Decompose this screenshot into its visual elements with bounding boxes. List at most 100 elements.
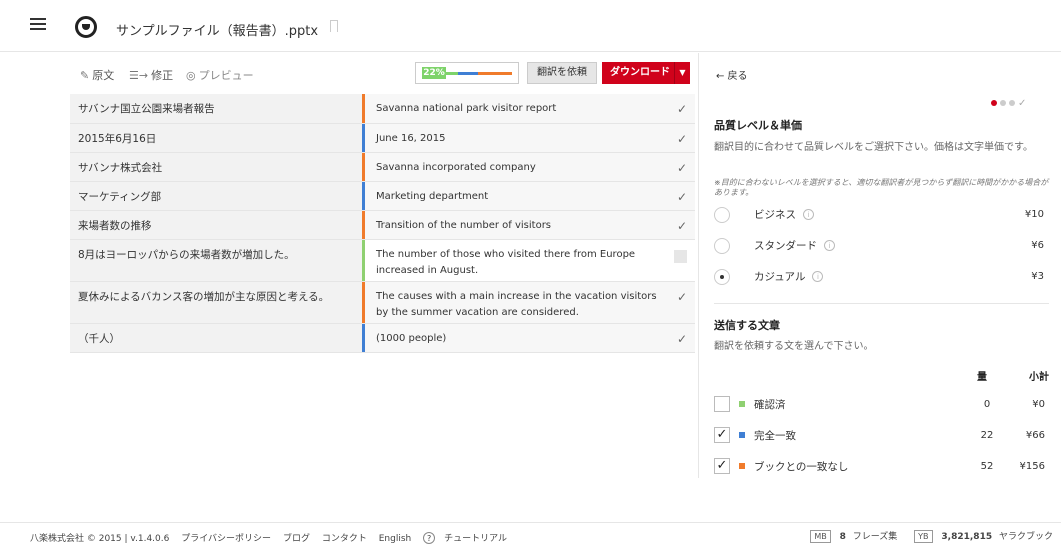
target-text[interactable]: Marketing department ✓ xyxy=(362,182,695,210)
step-dot-1 xyxy=(991,100,997,106)
footer-link-contact[interactable]: コンタクト xyxy=(322,534,367,544)
target-text[interactable]: Savanna incorporated company ✓ xyxy=(362,153,695,181)
category-label: 完全一致 xyxy=(754,430,796,442)
quality-price: ¥3 xyxy=(1031,271,1044,282)
category-checkbox[interactable]: ✓ xyxy=(714,427,730,443)
category-color-swatch xyxy=(739,432,745,438)
category-subtotal: ¥156 xyxy=(1019,461,1045,472)
quality-title: 品質レベル＆単価 xyxy=(714,119,802,132)
info-icon[interactable]: i xyxy=(803,209,814,220)
target-text[interactable]: (1000 people) ✓ xyxy=(362,324,695,352)
quality-price: ¥10 xyxy=(1024,209,1044,220)
confirm-check-icon[interactable]: ✓ xyxy=(677,218,687,234)
category-checkbox[interactable] xyxy=(714,396,730,412)
edit-arrow-icon: ☰→ xyxy=(129,69,149,82)
quality-option[interactable]: スタンダード i ¥6 xyxy=(714,235,1049,259)
back-link[interactable]: ← 戻る xyxy=(716,67,748,82)
progress-bar-confirmed xyxy=(446,72,458,75)
progress-bar-exact xyxy=(458,72,478,75)
eye-icon: ◎ xyxy=(186,69,196,82)
target-text[interactable]: The number of those who visited there fr… xyxy=(362,240,695,281)
target-text[interactable]: The causes with a main increase in the v… xyxy=(362,282,695,323)
translation-text: June 16, 2015 xyxy=(376,133,446,144)
radio-button[interactable] xyxy=(714,269,730,285)
radio-button[interactable] xyxy=(714,207,730,223)
quality-description: 翻訳目的に合わせて品質レベルをご選択下さい。価格は文字単価です。 xyxy=(714,142,1033,153)
yb-badge: YB xyxy=(914,530,933,543)
footer-link-privacy[interactable]: プライバシーポリシー xyxy=(181,534,271,544)
target-text[interactable]: June 16, 2015 ✓ xyxy=(362,124,695,152)
copyright: 八楽株式会社 © 2015 | v.1.4.0.6 xyxy=(30,534,170,544)
tutorial-link[interactable]: ? チュートリアル xyxy=(423,532,516,544)
confirm-check-icon[interactable]: ✓ xyxy=(677,131,687,147)
send-title: 送信する文章 xyxy=(714,319,780,332)
app-logo[interactable] xyxy=(75,16,97,38)
translation-text: The number of those who visited there fr… xyxy=(376,249,636,276)
source-text: 2015年6月16日 xyxy=(70,124,362,152)
yb-count: 3,821,815 xyxy=(941,532,993,542)
mode-source[interactable]: ✎ 原文 xyxy=(80,67,114,83)
segment-row[interactable]: 8月はヨーロッパからの来場者数が増加した。 The number of those… xyxy=(70,240,695,282)
footer: 八楽株式会社 © 2015 | v.1.4.0.6 プライバシーポリシー ブログ… xyxy=(0,522,1061,547)
app-header: サンプルファイル（報告書）.pptx xyxy=(0,0,1061,52)
quality-option[interactable]: ビジネス i ¥10 xyxy=(714,204,1049,228)
source-text: サバンナ株式会社 xyxy=(70,153,362,181)
source-text: （千人） xyxy=(70,324,362,352)
mode-edit[interactable]: ☰→ 修正 xyxy=(129,67,173,83)
category-label: ブックとの一致なし xyxy=(754,461,849,473)
confirm-check-icon[interactable]: ✓ xyxy=(677,189,687,205)
category-subtotal: ¥0 xyxy=(1032,399,1045,410)
quality-option[interactable]: カジュアル i ¥3 xyxy=(714,266,1049,290)
segment-row[interactable]: 2015年6月16日 June 16, 2015 ✓ xyxy=(70,124,695,153)
chevron-down-icon[interactable]: ▼ xyxy=(674,62,690,84)
footer-link-blog[interactable]: ブログ xyxy=(283,534,310,544)
order-panel: ← 戻る ✓ 品質レベル＆単価 翻訳目的に合わせて品質レベルをご選択下さい。価格… xyxy=(698,53,1061,478)
confirm-check-icon[interactable]: ✓ xyxy=(677,160,687,176)
mode-preview[interactable]: ◎ プレビュー xyxy=(186,67,254,83)
segment-row[interactable]: （千人） (1000 people) ✓ xyxy=(70,324,695,353)
request-translation-button[interactable]: 翻訳を依頼 xyxy=(527,62,597,84)
editor-toolbar: ✎ 原文 ☰→ 修正 ◎ プレビュー 22% 翻訳を依頼 ダウンロード ▼ xyxy=(70,58,695,90)
category-qty: 0 xyxy=(983,399,991,410)
download-label: ダウンロード xyxy=(610,67,670,78)
target-text[interactable]: Savanna national park visitor report ✓ xyxy=(362,94,695,123)
quality-note: ※目的に合わないレベルを選択すると、適切な翻訳者が見つからず翻訳に時間がかかる場… xyxy=(714,178,1049,197)
target-text[interactable]: Transition of the number of visitors ✓ xyxy=(362,211,695,239)
source-text: マーケティング部 xyxy=(70,182,362,210)
segment-row[interactable]: マーケティング部 Marketing department ✓ xyxy=(70,182,695,211)
info-icon[interactable]: i xyxy=(812,271,824,282)
category-checkbox[interactable]: ✓ xyxy=(714,458,730,474)
segment-table: サバンナ国立公園来場者報告 Savanna national park visit… xyxy=(70,94,695,353)
progress-percent: 22% xyxy=(422,67,446,79)
translation-text: Savanna national park visitor report xyxy=(376,103,557,114)
progress-meter: 22% xyxy=(415,62,519,84)
subtotal-header: 小計 xyxy=(1029,372,1049,383)
confirm-checkbox[interactable] xyxy=(674,250,687,263)
radio-button[interactable] xyxy=(714,238,730,254)
confirm-check-icon[interactable]: ✓ xyxy=(677,289,687,305)
phrase-count: 8 xyxy=(839,532,846,542)
quality-price: ¥6 xyxy=(1031,240,1044,251)
pencil-icon: ✎ xyxy=(80,69,90,82)
segment-row[interactable]: 夏休みによるバカンス客の増加が主な原因と考える。 The causes with … xyxy=(70,282,695,324)
phrase-label[interactable]: フレーズ集 xyxy=(853,532,898,542)
segment-row[interactable]: 来場者数の推移 Transition of the number of visit… xyxy=(70,211,695,240)
category-color-swatch xyxy=(739,401,745,407)
download-button[interactable]: ダウンロード ▼ xyxy=(602,62,690,84)
bookmark-icon[interactable] xyxy=(330,20,338,32)
confirm-check-icon[interactable]: ✓ xyxy=(677,101,687,117)
menu-icon[interactable] xyxy=(30,18,46,30)
step-indicator: ✓ xyxy=(991,96,1026,109)
quality-label: ビジネス i xyxy=(754,207,814,222)
segment-row[interactable]: サバンナ国立公園来場者報告 Savanna national park visit… xyxy=(70,94,695,124)
confirm-check-icon[interactable]: ✓ xyxy=(677,331,687,347)
source-text: サバンナ国立公園来場者報告 xyxy=(70,94,362,123)
category-label: 確認済 xyxy=(754,399,786,411)
segment-row[interactable]: サバンナ株式会社 Savanna incorporated company ✓ xyxy=(70,153,695,182)
info-icon[interactable]: i xyxy=(824,240,835,251)
footer-link-english[interactable]: English xyxy=(379,534,412,544)
translation-text: (1000 people) xyxy=(376,333,447,344)
source-text: 8月はヨーロッパからの来場者数が増加した。 xyxy=(70,240,362,281)
yb-label[interactable]: ヤラクブック xyxy=(999,532,1053,542)
send-category-row: 確認済 0 ¥0 xyxy=(714,393,1049,415)
